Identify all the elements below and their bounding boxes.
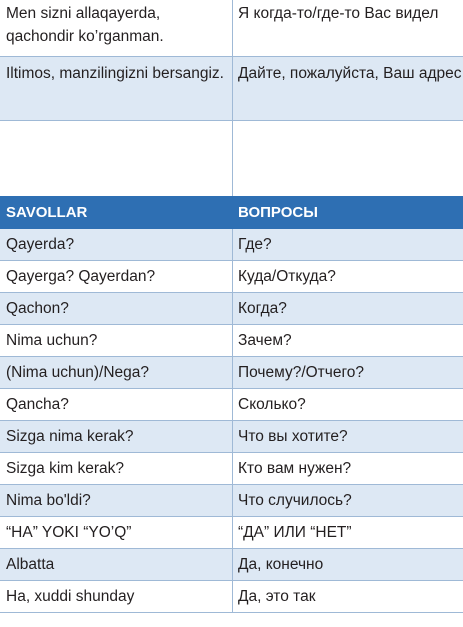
phrase-uz: Iltimos, manzilingizni bersangiz. <box>6 65 224 82</box>
question-uz: Sizga nima kerak? <box>6 428 134 445</box>
question-uz: Qachon? <box>6 300 69 317</box>
question-ru: Почему?/Отчего? <box>238 364 365 381</box>
column-divider <box>232 0 233 196</box>
question-uz: Nima bo'ldi? <box>6 492 91 509</box>
header-ru: ВОПРОСЫ <box>238 204 318 221</box>
question-ru: Куда/Откуда? <box>238 268 336 285</box>
question-ru: Да, конечно <box>238 556 324 573</box>
question-uz: Qayerga? Qayerdan? <box>6 268 156 285</box>
question-uz: Qayerda? <box>6 236 75 253</box>
question-ru: Где? <box>238 236 272 253</box>
question-ru: Что вы хотите? <box>238 428 348 445</box>
question-uz: Sizga kim kerak? <box>6 460 125 477</box>
question-uz: Qancha? <box>6 396 69 413</box>
question-uz: “HA” YOKI “YO’Q” <box>6 524 132 541</box>
question-ru: Да, это так <box>238 588 316 605</box>
questions-header: SAVOLLAR ВОПРОСЫ <box>0 196 463 229</box>
question-uz: Ha, xuddi shunday <box>6 588 135 605</box>
phrase-ru: Дайте, пожалуйста, Ваш адрес <box>238 65 462 82</box>
phrasebook-page: Men sizni allaqayerda, qachondir ko’rgan… <box>0 0 463 627</box>
question-uz: (Nima uchun)/Nega? <box>6 364 150 381</box>
question-ru: Когда? <box>238 300 287 317</box>
column-divider <box>232 229 233 613</box>
phrase-uz: Men sizni allaqayerda, qachondir ko’rgan… <box>6 5 164 45</box>
question-ru: Сколько? <box>238 396 306 413</box>
question-uz: Nima uchun? <box>6 332 98 349</box>
question-uz: Albatta <box>6 556 55 573</box>
question-ru: Зачем? <box>238 332 292 349</box>
question-ru: Что случилось? <box>238 492 352 509</box>
header-uz: SAVOLLAR <box>6 204 88 221</box>
question-ru: Кто вам нужен? <box>238 460 352 477</box>
question-ru: “ДА” ИЛИ “НЕТ” <box>238 524 352 541</box>
phrase-ru: Я когда-то/где-то Вас видел <box>238 5 439 22</box>
